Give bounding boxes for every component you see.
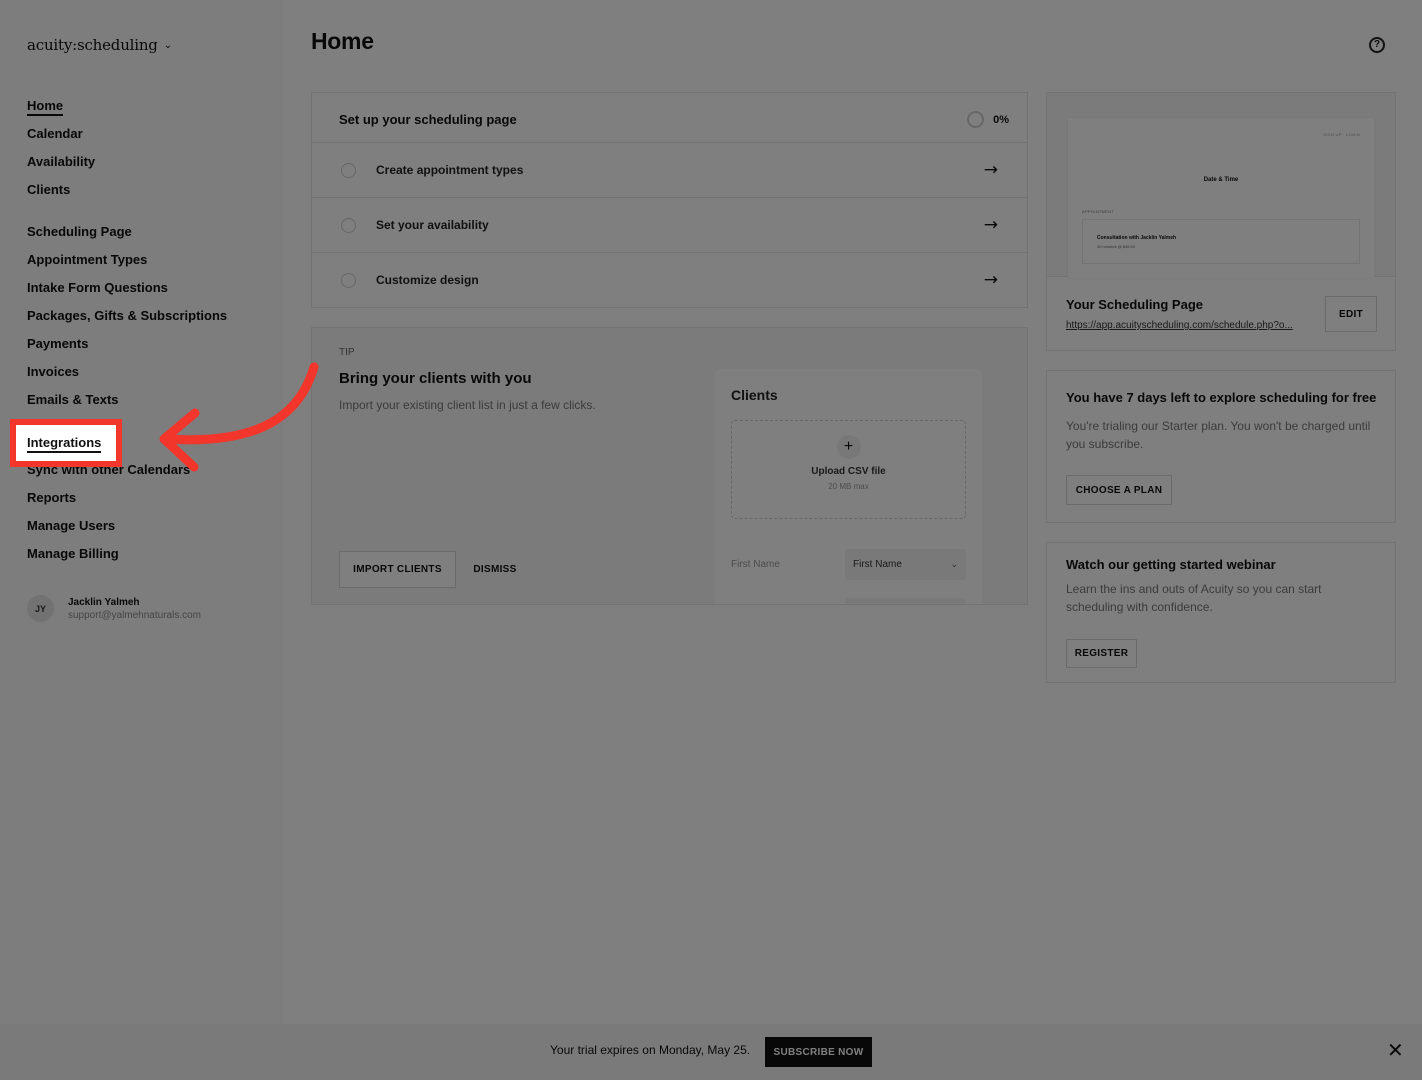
subscribe-now-button[interactable]: SUBSCRIBE NOW <box>765 1037 872 1067</box>
sidebar-item-appointment-types[interactable]: Appointment Types <box>27 252 147 267</box>
field-mapping-select: First Name ⌄ <box>845 549 966 580</box>
task-label: Customize design <box>376 273 479 287</box>
tip-label: TIP <box>339 347 355 358</box>
plus-icon: + <box>836 435 861 459</box>
setup-progress: 0% <box>967 111 1009 128</box>
sidebar-item-invoices[interactable]: Invoices <box>27 364 79 379</box>
sidebar-item-integrations[interactable]: Integrations <box>27 435 102 453</box>
tip-card: TIP Bring your clients with you Import y… <box>311 327 1028 605</box>
field-mapping-select-2 <box>845 598 966 604</box>
sidebar-item-clients[interactable]: Clients <box>27 182 70 197</box>
task-status-icon <box>341 217 356 233</box>
sidebar-item-intake-form-questions[interactable]: Intake Form Questions <box>27 280 168 295</box>
webinar-card: Watch our getting started webinar Learn … <box>1046 542 1396 683</box>
close-icon[interactable]: ✕ <box>1387 1038 1404 1062</box>
sidebar-item-packages[interactable]: Packages, Gifts & Subscriptions <box>27 308 227 323</box>
preview-appointment-label: APPOINTMENT <box>1082 209 1115 214</box>
progress-ring-icon <box>967 111 985 128</box>
setup-title: Set up your scheduling page <box>339 112 517 127</box>
progress-value: 0% <box>993 113 1009 126</box>
choose-plan-button[interactable]: CHOOSE A PLAN <box>1066 475 1172 505</box>
webinar-description: Learn the ins and outs of Acuity so you … <box>1066 582 1322 614</box>
logo-text: acuity:scheduling <box>27 36 158 54</box>
user-name: Jacklin Yalmeh <box>68 596 140 608</box>
arrow-right-icon: → <box>983 160 998 180</box>
scheduling-page-title: Your Scheduling Page <box>1066 297 1204 312</box>
upload-size-limit: 20 MB max <box>828 482 869 491</box>
page-title: Home <box>311 28 374 54</box>
task-create-appointment-types[interactable]: Create appointment types → <box>312 142 1027 197</box>
app-logo[interactable]: acuity:scheduling ⌄ <box>27 36 172 54</box>
tip-title: Bring your clients with you <box>339 370 532 387</box>
avatar: JY <box>27 595 54 622</box>
sidebar: acuity:scheduling ⌄ Home Calendar Availa… <box>0 0 283 1080</box>
sidebar-item-manage-billing[interactable]: Manage Billing <box>27 546 119 561</box>
user-profile[interactable]: JY Jacklin Yalmeh support@yalmehnaturals… <box>27 595 201 622</box>
trial-banner: Your trial expires on Monday, May 25. SU… <box>0 1024 1422 1080</box>
dismiss-button[interactable]: DISMISS <box>464 551 526 588</box>
sidebar-item-scheduling-page[interactable]: Scheduling Page <box>27 224 132 239</box>
task-label: Set your availability <box>376 218 489 232</box>
trial-description: You're trialing our Starter plan. You wo… <box>1066 419 1371 451</box>
task-label: Create appointment types <box>376 163 524 177</box>
task-customize-design[interactable]: Customize design → <box>312 252 1027 307</box>
task-status-icon <box>341 272 356 288</box>
upload-csv-dropzone: + Upload CSV file 20 MB max <box>731 420 966 519</box>
field-mapping-label: First Name <box>731 559 780 570</box>
sidebar-item-payments[interactable]: Payments <box>27 336 88 351</box>
arrow-right-icon: → <box>983 215 998 235</box>
field-mapping-value: First Name <box>853 559 902 570</box>
scheduling-page-link[interactable]: https://app.acuityscheduling.com/schedul… <box>1066 320 1311 331</box>
task-status-icon <box>341 162 356 178</box>
preview-page: SIGN UP · LOGIN Date & Time APPOINTMENT … <box>1068 118 1374 278</box>
chevron-down-icon: ⌄ <box>163 39 172 51</box>
scheduling-page-card: SIGN UP · LOGIN Date & Time APPOINTMENT … <box>1046 92 1396 351</box>
trial-title: You have 7 days left to explore scheduli… <box>1066 390 1377 405</box>
help-icon[interactable]: ? <box>1369 37 1385 53</box>
scheduling-page-preview: SIGN UP · LOGIN Date & Time APPOINTMENT … <box>1047 93 1395 278</box>
register-button[interactable]: REGISTER <box>1066 639 1137 668</box>
trial-expiry-text: Your trial expires on Monday, May 25. <box>550 1043 751 1057</box>
edit-button[interactable]: EDIT <box>1325 296 1377 332</box>
preview-duration: 30 minutes @ $45.00 <box>1097 244 1136 249</box>
clients-preview-panel: Clients + Upload CSV file 20 MB max Firs… <box>715 369 982 604</box>
pointer-arrow-icon <box>159 362 319 472</box>
sidebar-item-manage-users[interactable]: Manage Users <box>27 518 115 533</box>
clients-panel-title: Clients <box>731 387 778 403</box>
setup-card: Set up your scheduling page 0% Create ap… <box>311 92 1028 308</box>
chevron-down-icon: ⌄ <box>950 559 958 569</box>
sidebar-item-availability[interactable]: Availability <box>27 154 95 169</box>
preview-consult-title: Consultation with Jacklin Yalmeh <box>1097 235 1177 241</box>
sidebar-item-reports[interactable]: Reports <box>27 490 76 505</box>
trial-card: You have 7 days left to explore scheduli… <box>1046 370 1396 523</box>
upload-label: Upload CSV file <box>811 466 886 477</box>
arrow-right-icon: → <box>983 270 998 290</box>
task-set-availability[interactable]: Set your availability → <box>312 197 1027 252</box>
user-email: support@yalmehnaturals.com <box>68 609 201 621</box>
import-clients-button[interactable]: IMPORT CLIENTS <box>339 551 456 588</box>
preview-top-links: SIGN UP · LOGIN <box>1323 132 1360 137</box>
preview-appointment-box: Consultation with Jacklin Yalmeh 30 minu… <box>1082 219 1360 264</box>
tip-description: Import your existing client list in just… <box>339 398 596 412</box>
preview-date-time: Date & Time <box>1203 177 1239 183</box>
sidebar-item-calendar[interactable]: Calendar <box>27 126 83 141</box>
webinar-title: Watch our getting started webinar <box>1066 557 1276 572</box>
sidebar-item-emails-texts[interactable]: Emails & Texts <box>27 392 119 407</box>
sidebar-item-home[interactable]: Home <box>27 98 64 116</box>
